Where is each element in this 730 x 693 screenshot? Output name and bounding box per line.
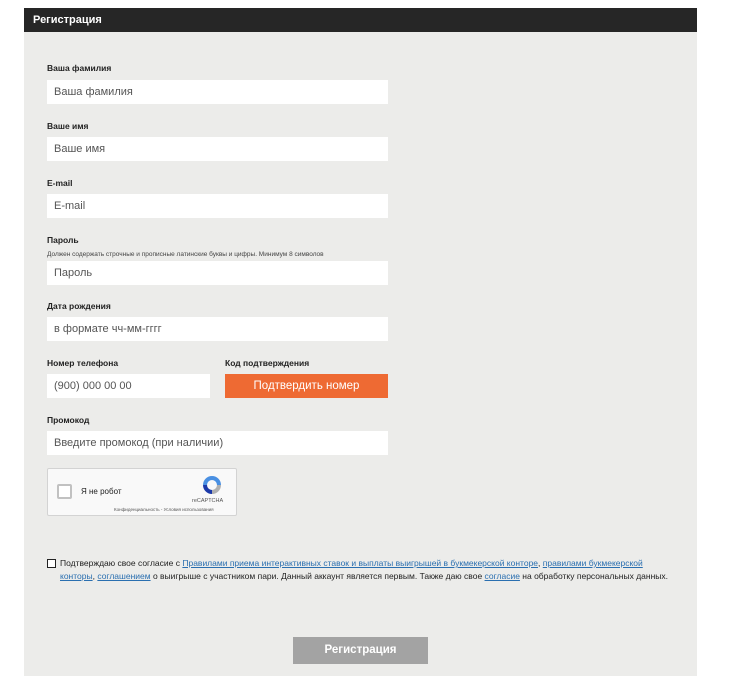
phone-input[interactable] [47,374,210,398]
personal-data-consent-link[interactable]: согласие [485,571,520,581]
recaptcha-brand: reCAPTCHA [192,498,224,504]
registration-panel: Регистрация Ваша фамилия Ваше имя E-mail… [24,8,697,676]
recaptcha-checkbox[interactable] [57,484,72,499]
name-label: Ваше имя [47,121,89,131]
birthdate-input[interactable] [47,317,388,341]
rules-link[interactable]: Правилами приема интерактивных ставок и … [182,558,538,568]
consent-text-5: на обработку персональных данных. [519,570,669,581]
birthdate-label: Дата рождения [47,301,111,311]
phone-label: Номер телефона [47,358,119,368]
recaptcha-terms: Конфиденциальность - Условия использован… [114,507,214,512]
promo-input[interactable] [47,431,388,455]
password-input[interactable] [47,261,388,285]
recaptcha-widget: Я не робот reCAPTCHA Конфиденциальность … [47,468,237,516]
register-submit-button[interactable]: Регистрация [293,637,428,664]
email-input[interactable] [47,194,388,218]
consent-text-4: о выигрыше с участником пари. Данный акк… [150,570,485,581]
name-input[interactable] [47,137,388,161]
password-hint: Должен содержать строчные и прописные ла… [47,251,324,258]
confirm-phone-button[interactable]: Подтвердить номер [225,374,388,398]
surname-input[interactable] [47,80,388,104]
recaptcha-label: Я не робот [81,487,122,496]
email-label: E-mail [47,178,73,188]
code-label: Код подтверждения [225,358,310,368]
consent-text: Подтверждаю свое согласие с Правилами пр… [60,557,670,582]
agreement-link[interactable]: соглашением [97,571,150,581]
surname-label: Ваша фамилия [47,63,112,73]
consent-text-1: Подтверждаю свое согласие с [60,558,183,568]
password-label: Пароль [47,235,79,245]
promo-label: Промокод [47,415,90,425]
consent-checkbox[interactable] [47,559,56,568]
panel-title: Регистрация [24,8,697,32]
recaptcha-logo-icon [203,476,221,494]
